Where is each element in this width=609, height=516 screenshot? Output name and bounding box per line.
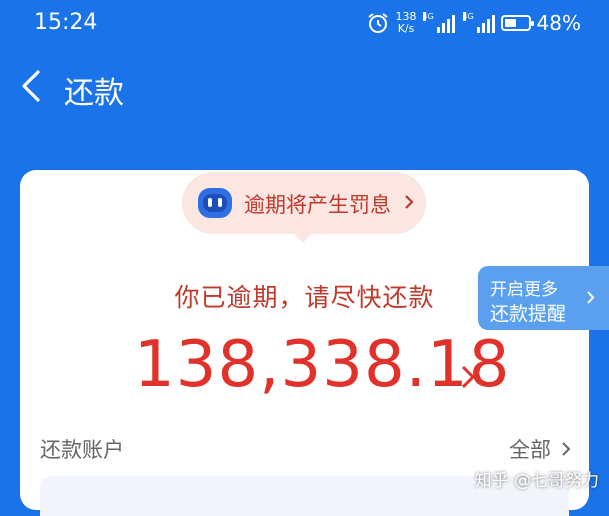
status-bar: 15:24 138 K/s 4G 4G 48%	[0, 0, 609, 46]
chevron-right-icon	[405, 195, 414, 209]
all-accounts-label: 全部	[509, 438, 551, 462]
overdue-penalty-text: 逾期将产生罚息	[244, 193, 391, 217]
watermark: 知乎 @七哥努力	[474, 471, 599, 491]
chevron-left-icon[interactable]	[18, 68, 46, 104]
status-time: 15:24	[34, 10, 98, 35]
signal-label: 4G	[462, 12, 474, 21]
chevron-right-icon[interactable]	[460, 364, 476, 390]
network-speed-unit: K/s	[397, 22, 415, 35]
nav-bar: 还款	[0, 46, 609, 128]
repayment-card: 逾期将产生罚息 你已逾期，请尽快还款 138,338.18 还款账户 全部	[20, 170, 589, 516]
signal-icon: 4G	[422, 12, 455, 33]
chevron-right-icon	[562, 442, 571, 456]
status-icons: 138 K/s 4G 4G 48%	[366, 8, 581, 38]
reminder-line2: 还款提醒	[490, 303, 567, 325]
signal-icon: 4G	[462, 12, 495, 33]
overdue-amount[interactable]: 138,338.18	[134, 328, 510, 402]
repayment-reminder-tab[interactable]: 开启更多 还款提醒	[478, 266, 609, 330]
battery-level	[504, 19, 516, 27]
signal-label: 4G	[422, 12, 434, 21]
battery-icon	[500, 15, 534, 31]
chevron-right-icon	[587, 291, 595, 304]
battery-text: 48%	[536, 11, 581, 35]
network-speed: 138 K/s	[396, 11, 417, 35]
robot-icon	[198, 188, 232, 218]
reminder-line1: 开启更多	[490, 280, 558, 300]
alarm-icon	[367, 13, 388, 33]
repayment-account-label: 还款账户	[40, 438, 124, 462]
all-accounts-link[interactable]: 全部	[509, 434, 571, 464]
page-title: 还款	[64, 76, 124, 111]
overdue-penalty-notice[interactable]: 逾期将产生罚息	[182, 172, 426, 243]
